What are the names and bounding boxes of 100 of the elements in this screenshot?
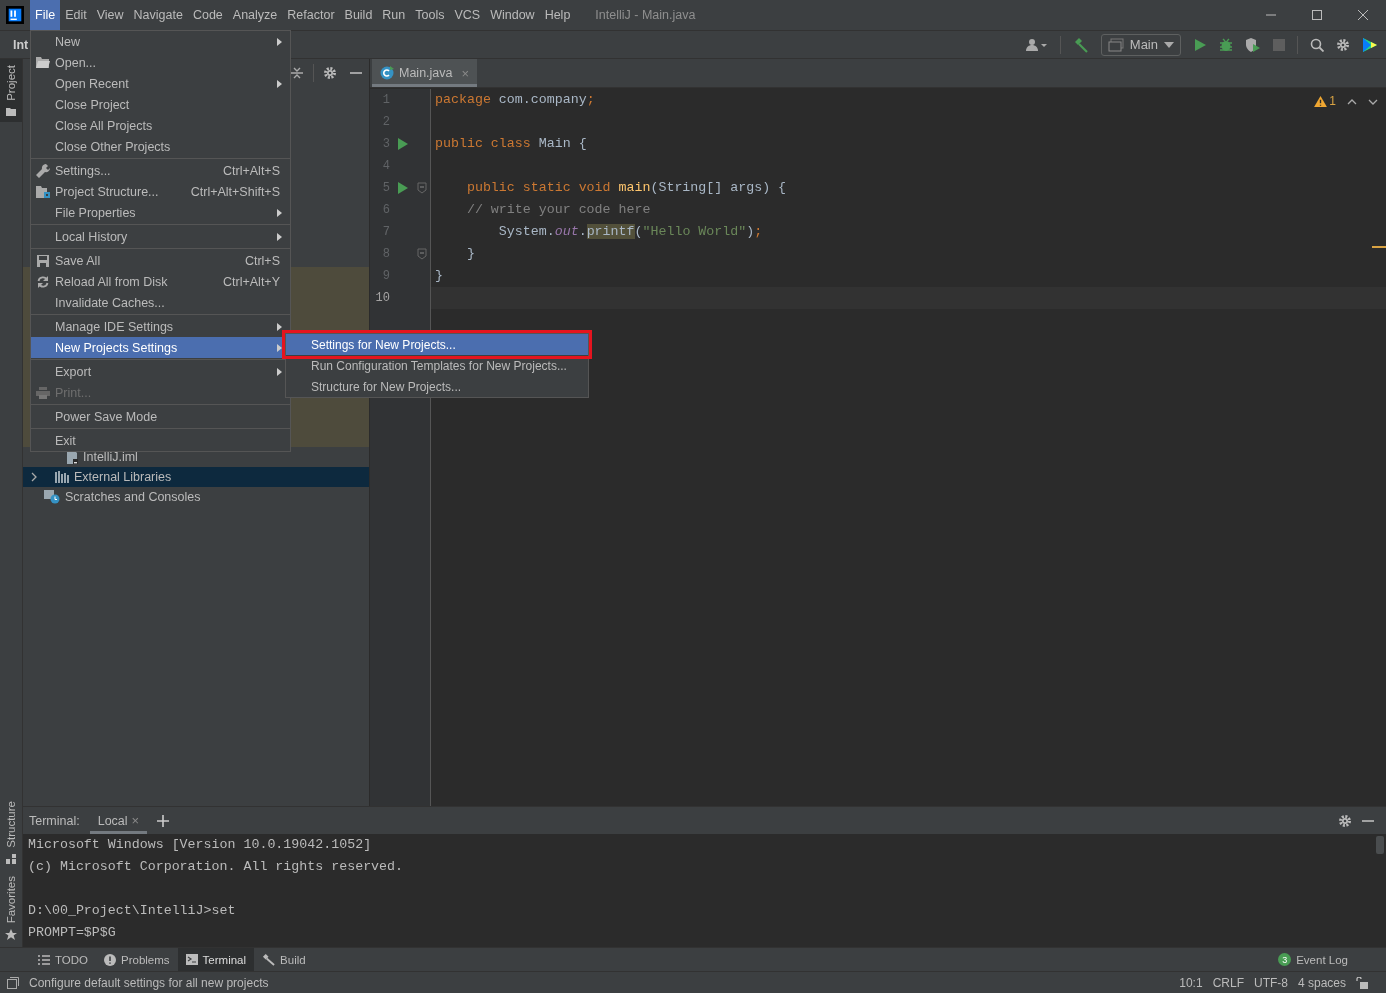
maximize-icon[interactable] bbox=[1311, 9, 1323, 21]
tool-window-tab[interactable]: Terminal bbox=[177, 948, 255, 971]
settings-icon[interactable] bbox=[1336, 37, 1350, 52]
project-structure-icon bbox=[36, 185, 50, 198]
menu-item[interactable]: Close Project bbox=[31, 94, 290, 115]
class-file-icon bbox=[380, 66, 394, 80]
menubar-item[interactable]: Navigate bbox=[128, 0, 188, 30]
wrench-icon bbox=[36, 163, 50, 178]
menubar-item[interactable]: Run bbox=[377, 0, 411, 30]
menubar-item[interactable]: Edit bbox=[60, 0, 92, 30]
menu-item[interactable]: Project Structure... Ctrl+Alt+Shift+S bbox=[31, 181, 290, 202]
bug-icon[interactable] bbox=[1219, 37, 1233, 52]
run-icon[interactable] bbox=[398, 182, 408, 194]
collapse-all-icon[interactable] bbox=[290, 66, 304, 80]
printer-icon bbox=[36, 386, 50, 399]
code-line: } bbox=[465, 245, 475, 263]
tree-item[interactable]: External Libraries bbox=[23, 467, 369, 487]
close-icon[interactable] bbox=[1357, 9, 1369, 21]
run-icon[interactable] bbox=[398, 138, 408, 150]
coverage-icon[interactable] bbox=[1245, 37, 1261, 52]
menu-item[interactable]: Close Other Projects bbox=[31, 136, 290, 157]
panel-title: Terminal: bbox=[29, 813, 80, 828]
fold-marker-icon[interactable] bbox=[417, 182, 427, 194]
shortcut-label: Ctrl+Alt+Y bbox=[223, 274, 280, 289]
folder-icon bbox=[36, 57, 50, 68]
status-item[interactable]: 4 spaces bbox=[1297, 975, 1346, 990]
tool-window-tab[interactable]: Build bbox=[254, 948, 314, 971]
run-configuration-dropdown[interactable]: Main bbox=[1100, 33, 1181, 56]
panel-toggle-icon[interactable] bbox=[7, 976, 19, 989]
menu-item[interactable]: Open... bbox=[31, 52, 290, 73]
lock-icon[interactable] bbox=[1356, 976, 1368, 989]
terminal-line: PROMPT=$P$G bbox=[28, 924, 116, 942]
tool-window-tab[interactable]: TODO bbox=[30, 948, 96, 971]
shortcut-label: Ctrl+Alt+S bbox=[223, 163, 280, 178]
menubar-item[interactable]: Help bbox=[539, 0, 576, 30]
menu-item[interactable]: Save All Ctrl+S bbox=[31, 250, 290, 271]
status-item[interactable]: 10:1 bbox=[1179, 975, 1203, 990]
tool-window-tab[interactable]: Favorites bbox=[0, 869, 22, 947]
code-line: // write your code here bbox=[465, 201, 651, 219]
hammer-icon bbox=[262, 953, 276, 966]
menubar-item[interactable]: Code bbox=[187, 0, 228, 30]
fold-marker-icon[interactable] bbox=[417, 248, 427, 260]
menu-item[interactable]: New bbox=[31, 31, 290, 52]
terminal-line: D:\00_Project\IntelliJ>set bbox=[28, 902, 236, 920]
settings-icon[interactable] bbox=[323, 66, 337, 80]
structure-icon bbox=[6, 853, 16, 864]
tool-window-tab[interactable]: Project bbox=[0, 59, 22, 122]
window-icon bbox=[1107, 37, 1124, 52]
code-line: package com.company; bbox=[435, 91, 595, 109]
tool-window-tab[interactable]: Problems bbox=[96, 948, 178, 971]
status-item[interactable]: CRLF bbox=[1212, 975, 1244, 990]
close-tab-button[interactable]: × bbox=[131, 813, 140, 828]
settings-icon[interactable] bbox=[1338, 813, 1352, 828]
scrollbar-thumb[interactable] bbox=[1376, 836, 1384, 854]
shortcut-label: Ctrl+S bbox=[244, 253, 280, 268]
user-icon[interactable] bbox=[1025, 37, 1048, 52]
project-name[interactable]: Int bbox=[13, 37, 29, 52]
chevron-up-icon[interactable] bbox=[1347, 99, 1357, 105]
list-icon bbox=[38, 954, 50, 965]
code-line: public static void main(String[] args) { bbox=[465, 179, 787, 197]
save-icon bbox=[37, 254, 49, 267]
code-line: } bbox=[435, 267, 443, 285]
menu-item[interactable]: Invalidate Caches... bbox=[31, 292, 290, 313]
tool-window-tab[interactable]: Structure bbox=[0, 795, 22, 870]
menu-item[interactable]: Power Save Mode bbox=[31, 406, 290, 427]
status-item[interactable]: UTF-8 bbox=[1253, 975, 1288, 990]
menubar-item[interactable]: View bbox=[91, 0, 129, 30]
toolbox-logo-icon[interactable] bbox=[1362, 36, 1378, 53]
chevron-down-icon[interactable] bbox=[1368, 99, 1378, 105]
menu-item[interactable]: File Properties bbox=[31, 202, 290, 223]
code-line: System.out.printf("Hello World"); bbox=[497, 223, 763, 241]
menubar-item[interactable]: File bbox=[30, 0, 61, 30]
menu-item[interactable]: Close All Projects bbox=[31, 115, 290, 136]
menubar-item[interactable]: VCS bbox=[449, 0, 486, 30]
menubar-item[interactable]: Window bbox=[485, 0, 540, 30]
exclamation-icon bbox=[104, 953, 116, 966]
window-title: IntelliJ - Main.java bbox=[595, 8, 696, 22]
menubar-item[interactable]: Analyze bbox=[227, 0, 283, 30]
menu-item[interactable]: Run Configuration Templates for New Projects... bbox=[286, 355, 588, 376]
add-icon[interactable] bbox=[157, 814, 170, 827]
menubar-item[interactable]: Refactor bbox=[282, 0, 340, 30]
tree-item[interactable]: Scratches and Consoles bbox=[23, 487, 369, 507]
notification-badge: 3 bbox=[1278, 953, 1292, 966]
menubar-item[interactable]: Tools bbox=[410, 0, 450, 30]
menu-item[interactable]: Structure for New Projects... bbox=[286, 376, 588, 397]
status-message: Configure default settings for all new projects bbox=[29, 975, 269, 990]
chevron-right-icon[interactable] bbox=[31, 472, 37, 482]
menubar-item[interactable]: Build bbox=[339, 0, 378, 30]
search-icon[interactable] bbox=[1310, 37, 1324, 52]
event-log-button[interactable]: 3 Event Log bbox=[1270, 948, 1356, 971]
menu-item[interactable]: Settings... Ctrl+Alt+S bbox=[31, 160, 290, 181]
menu-item[interactable]: Exit bbox=[31, 430, 290, 451]
code-line: public class Main { bbox=[435, 135, 587, 153]
menu-item[interactable]: Reload All from Disk Ctrl+Alt+Y bbox=[31, 271, 290, 292]
editor-tab[interactable]: Main.java × bbox=[372, 59, 478, 87]
menu-item[interactable]: Manage IDE Settings bbox=[31, 316, 290, 337]
menu-item[interactable]: Local History bbox=[31, 226, 290, 247]
terminal-icon bbox=[185, 954, 198, 965]
run-icon[interactable] bbox=[1193, 37, 1207, 52]
menu-item[interactable]: Open Recent bbox=[31, 73, 290, 94]
